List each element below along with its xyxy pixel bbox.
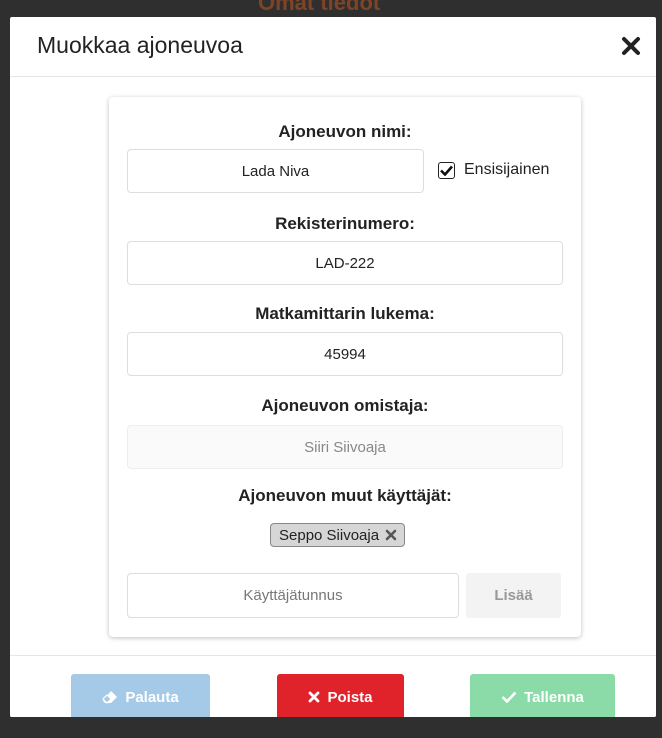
add-user-button[interactable]: Lisää — [466, 573, 561, 618]
primary-checkbox-label: Ensisijainen — [464, 161, 550, 178]
delete-x-icon — [309, 691, 320, 703]
odometer-input[interactable] — [127, 332, 563, 376]
save-button-label: Tallenna — [524, 688, 584, 706]
user-chip-label: Seppo Siivoaja — [279, 526, 380, 544]
checkmark-icon — [501, 691, 517, 703]
other-users-label: Ajoneuvon muut käyttäjät: — [238, 486, 452, 505]
registration-label: Rekisterinumero: — [275, 214, 415, 233]
modal-header: Muokkaa ajoneuvoa — [10, 17, 656, 77]
remove-user-icon[interactable] — [385, 529, 397, 541]
reset-button[interactable]: Palauta — [71, 674, 210, 717]
delete-button-label: Poista — [327, 688, 373, 706]
modal-body: Ajoneuvon nimi: Ensisijainen Rekisterinu… — [10, 77, 656, 655]
close-button[interactable] — [620, 35, 642, 57]
reset-button-label: Palauta — [125, 688, 179, 706]
vehicle-name-input[interactable] — [127, 149, 424, 193]
modal-footer: Palauta Poista Tallenna — [10, 655, 656, 717]
odometer-label: Matkamittarin lukema: — [255, 304, 435, 323]
owner-input — [127, 425, 563, 469]
save-button[interactable]: Tallenna — [470, 674, 615, 717]
primary-checkbox[interactable] — [438, 161, 455, 179]
checkmark-icon — [440, 165, 453, 176]
username-input[interactable] — [127, 573, 459, 618]
owner-label: Ajoneuvon omistaja: — [261, 396, 429, 415]
primary-checkbox-control[interactable]: Ensisijainen — [438, 161, 549, 179]
edit-vehicle-modal: Muokkaa ajoneuvoa Ajoneuvon nimi: Ensisi… — [10, 17, 656, 717]
modal-title: Muokkaa ajoneuvoa — [37, 32, 243, 58]
vehicle-name-label: Ajoneuvon nimi: — [278, 122, 412, 141]
vehicle-form-card: Ajoneuvon nimi: Ensisijainen Rekisterinu… — [109, 97, 581, 637]
eraser-icon — [102, 691, 118, 704]
registration-input[interactable] — [127, 241, 563, 285]
delete-button[interactable]: Poista — [277, 674, 404, 717]
close-icon — [622, 37, 640, 55]
user-chip: Seppo Siivoaja — [270, 523, 406, 547]
background-page-title: Omat tiedot — [258, 0, 381, 15]
